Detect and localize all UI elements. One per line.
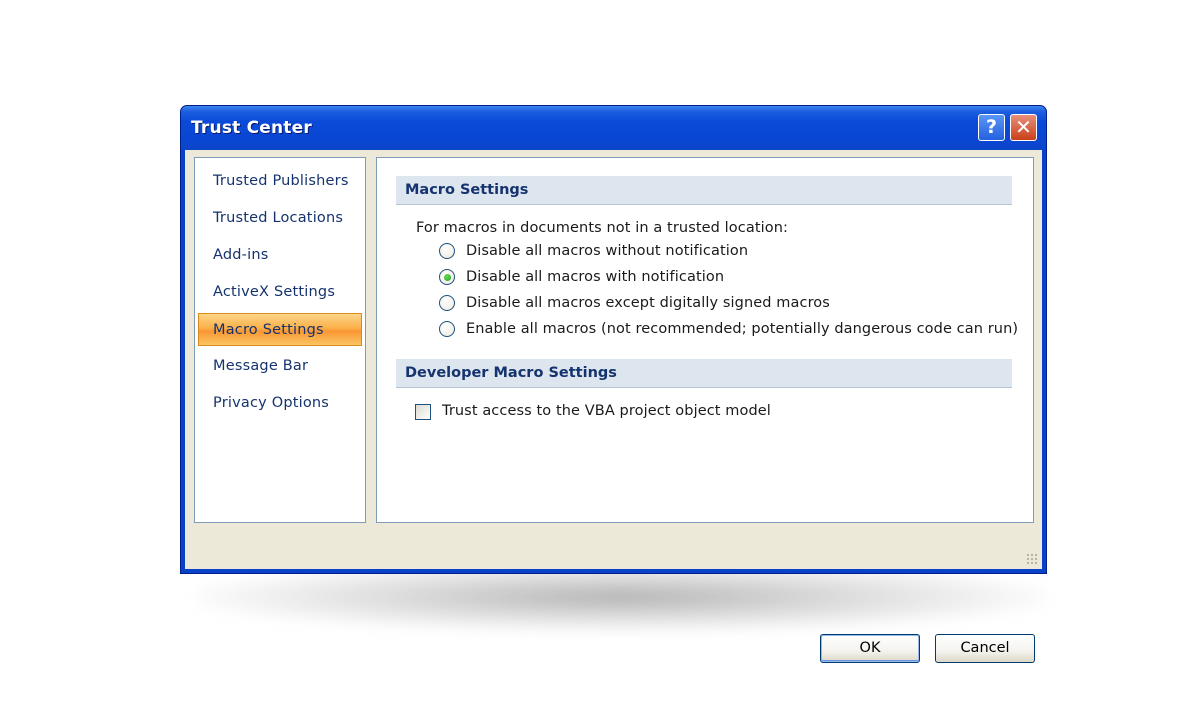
dialog-client-area: Trusted Publishers Trusted Locations Add… xyxy=(185,150,1042,663)
sidebar-item-macro-settings[interactable]: Macro Settings xyxy=(198,313,362,346)
sidebar-item-privacy-options[interactable]: Privacy Options xyxy=(198,387,362,420)
help-button[interactable]: ? xyxy=(978,114,1005,141)
sidebar-item-add-ins[interactable]: Add-ins xyxy=(198,239,362,272)
radio-selected-dot xyxy=(443,273,451,281)
sidebar-item-activex-settings[interactable]: ActiveX Settings xyxy=(198,276,362,309)
radio-button[interactable] xyxy=(439,321,455,337)
ok-button[interactable]: OK xyxy=(820,634,920,663)
sidebar-item-message-bar[interactable]: Message Bar xyxy=(198,350,362,383)
sidebar-item-trusted-publishers[interactable]: Trusted Publishers xyxy=(198,165,362,198)
close-icon: ✕ xyxy=(1015,115,1032,139)
dialog-title: Trust Center xyxy=(191,118,312,138)
category-sidebar: Trusted Publishers Trusted Locations Add… xyxy=(194,157,366,523)
title-bar[interactable]: Trust Center ? ✕ xyxy=(181,106,1046,150)
trust-vba-label[interactable]: Trust access to the VBA project object m… xyxy=(442,403,771,419)
radio-button[interactable] xyxy=(439,243,455,259)
sidebar-item-trusted-locations[interactable]: Trusted Locations xyxy=(198,202,362,235)
option-label: Disable all macros without notification xyxy=(466,243,749,259)
developer-macro-settings-header: Developer Macro Settings xyxy=(396,359,1012,388)
radio-button-selected[interactable] xyxy=(439,269,455,285)
macro-settings-header: Macro Settings xyxy=(396,176,1012,205)
option-label: Enable all macros (not recommended; pote… xyxy=(466,321,1019,337)
macro-intro-text: For macros in documents not in a trusted… xyxy=(416,220,788,236)
resize-grip-icon[interactable] xyxy=(1026,553,1038,565)
trust-center-dialog: Trust Center ? ✕ Trusted Publishers Trus… xyxy=(180,105,1047,663)
option-label: Disable all macros with notification xyxy=(466,269,725,285)
cancel-button[interactable]: Cancel xyxy=(935,634,1035,663)
radio-button[interactable] xyxy=(439,295,455,311)
trust-vba-checkbox[interactable] xyxy=(415,404,431,420)
close-button[interactable]: ✕ xyxy=(1010,114,1037,141)
settings-panel: Macro Settings For macros in documents n… xyxy=(376,157,1034,523)
help-icon: ? xyxy=(985,116,998,138)
option-label: Disable all macros except digitally sign… xyxy=(466,295,830,311)
